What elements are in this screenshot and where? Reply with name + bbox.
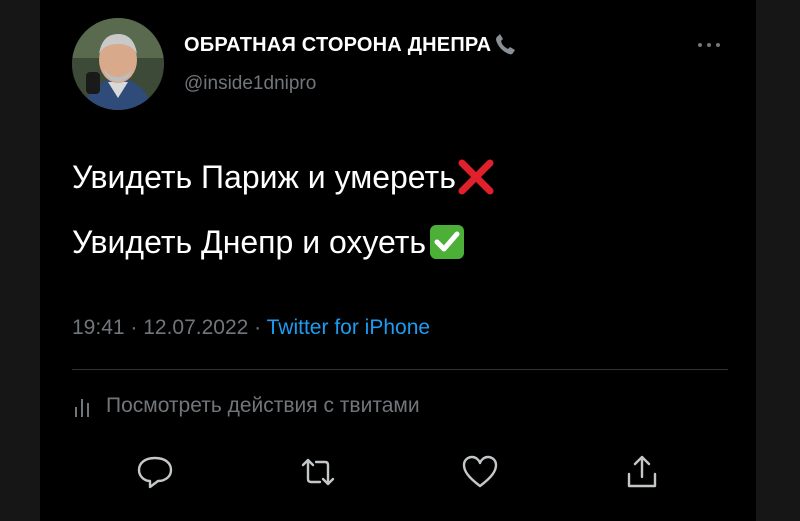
right-frame <box>756 0 800 521</box>
check-mark-button-icon <box>426 223 466 261</box>
view-tweet-activity-link[interactable]: Посмотреть действия с твитами <box>72 393 420 419</box>
reply-icon <box>137 456 173 489</box>
left-frame <box>0 0 40 521</box>
tweet-time[interactable]: 19:41 <box>72 316 125 339</box>
share-button[interactable] <box>622 452 662 492</box>
tweet-text: Увидеть Париж и умереть <box>72 158 456 195</box>
tweet-text-line: Увидеть Днепр и охуеть <box>72 223 466 261</box>
view-tweet-activity-label: Посмотреть действия с твитами <box>106 394 420 417</box>
telephone-receiver-icon <box>493 32 523 58</box>
meta-separator: · <box>124 316 144 339</box>
tweet-date[interactable]: 12.07.2022 <box>143 316 248 339</box>
author-name[interactable]: ОБРАТНАЯ СТОРОНА ДНЕПРА <box>184 34 491 57</box>
divider <box>72 369 728 370</box>
author-row: ОБРАТНАЯ СТОРОНА ДНЕПРА <box>184 32 523 58</box>
retweet-button[interactable] <box>298 452 338 492</box>
reply-button[interactable] <box>135 452 175 492</box>
tweet-text: Увидеть Днепр и охуеть <box>72 223 427 260</box>
retweet-icon <box>301 458 335 486</box>
like-button[interactable] <box>460 452 500 492</box>
avatar[interactable] <box>72 18 164 110</box>
author-handle[interactable]: @inside1dnipro <box>184 73 316 95</box>
more-options-icon[interactable] <box>694 38 724 50</box>
tweet-text-line: Увидеть Париж и умереть <box>72 158 496 196</box>
like-icon <box>462 455 498 488</box>
tweet-source-link[interactable]: Twitter for iPhone <box>267 316 430 339</box>
share-icon <box>627 455 657 488</box>
meta-separator: · <box>248 316 267 339</box>
tweet-metadata: 19:41 · 12.07.2022 · Twitter for iPhone <box>72 316 430 340</box>
analytics-icon <box>72 393 94 419</box>
cross-mark-icon <box>456 158 496 196</box>
